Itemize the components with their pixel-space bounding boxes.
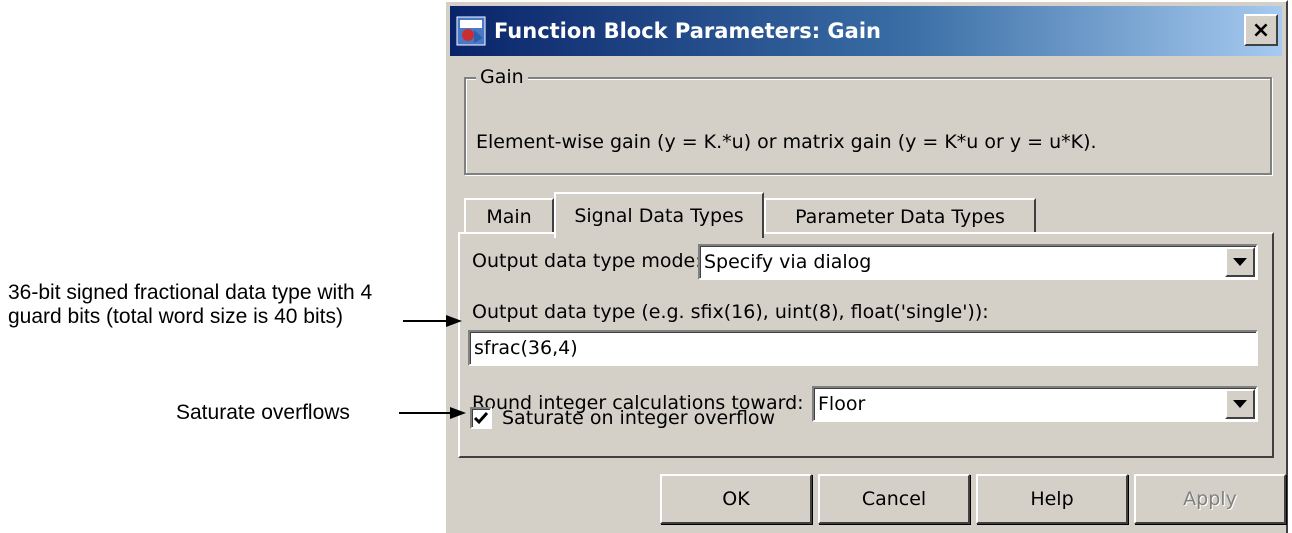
- round-dropdown-button[interactable]: [1225, 389, 1255, 419]
- simulink-block-icon: [456, 16, 486, 46]
- output-type-input[interactable]: sfrac(36,4): [468, 330, 1258, 366]
- close-icon: ×: [1251, 17, 1271, 43]
- gain-groupbox: Gain Element-wise gain (y = K.*u) or mat…: [464, 66, 1272, 175]
- dialog-title: Function Block Parameters: Gain: [494, 19, 881, 43]
- chevron-down-icon: [1233, 258, 1247, 266]
- help-button[interactable]: Help: [976, 474, 1128, 524]
- output-mode-dropdown-button[interactable]: [1225, 247, 1255, 277]
- round-select[interactable]: Floor: [812, 386, 1258, 422]
- output-mode-label: Output data type mode:: [472, 250, 702, 272]
- apply-button[interactable]: Apply: [1134, 474, 1286, 524]
- tab-parameter-data-types[interactable]: Parameter Data Types: [764, 198, 1036, 234]
- close-button[interactable]: ×: [1244, 14, 1278, 46]
- tab-main[interactable]: Main: [464, 198, 554, 234]
- group-legend: Gain: [476, 66, 528, 88]
- data-type-annotation: 36-bit signed fractional data type with …: [8, 281, 373, 328]
- function-block-dialog: Function Block Parameters: Gain × Gain E…: [444, 0, 1288, 533]
- output-mode-value: Specify via dialog: [704, 251, 872, 273]
- saturate-annotation: Saturate overflows: [176, 401, 350, 424]
- cancel-button[interactable]: Cancel: [818, 474, 970, 524]
- saturate-checkbox[interactable]: [470, 407, 492, 429]
- output-type-value: sfrac(36,4): [474, 337, 578, 359]
- output-type-label: Output data type (e.g. sfix(16), uint(8)…: [472, 301, 989, 323]
- chevron-down-icon: [1233, 400, 1247, 408]
- output-mode-select[interactable]: Specify via dialog: [698, 244, 1258, 280]
- group-description: Element-wise gain (y = K.*u) or matrix g…: [476, 131, 1097, 153]
- saturate-label[interactable]: Saturate on integer overflow: [502, 407, 775, 429]
- tab-signal-data-types[interactable]: Signal Data Types: [554, 192, 764, 238]
- round-value: Floor: [818, 393, 866, 415]
- title-bar[interactable]: Function Block Parameters: Gain ×: [450, 6, 1282, 56]
- checkmark-icon: [473, 412, 489, 425]
- ok-button[interactable]: OK: [660, 474, 812, 524]
